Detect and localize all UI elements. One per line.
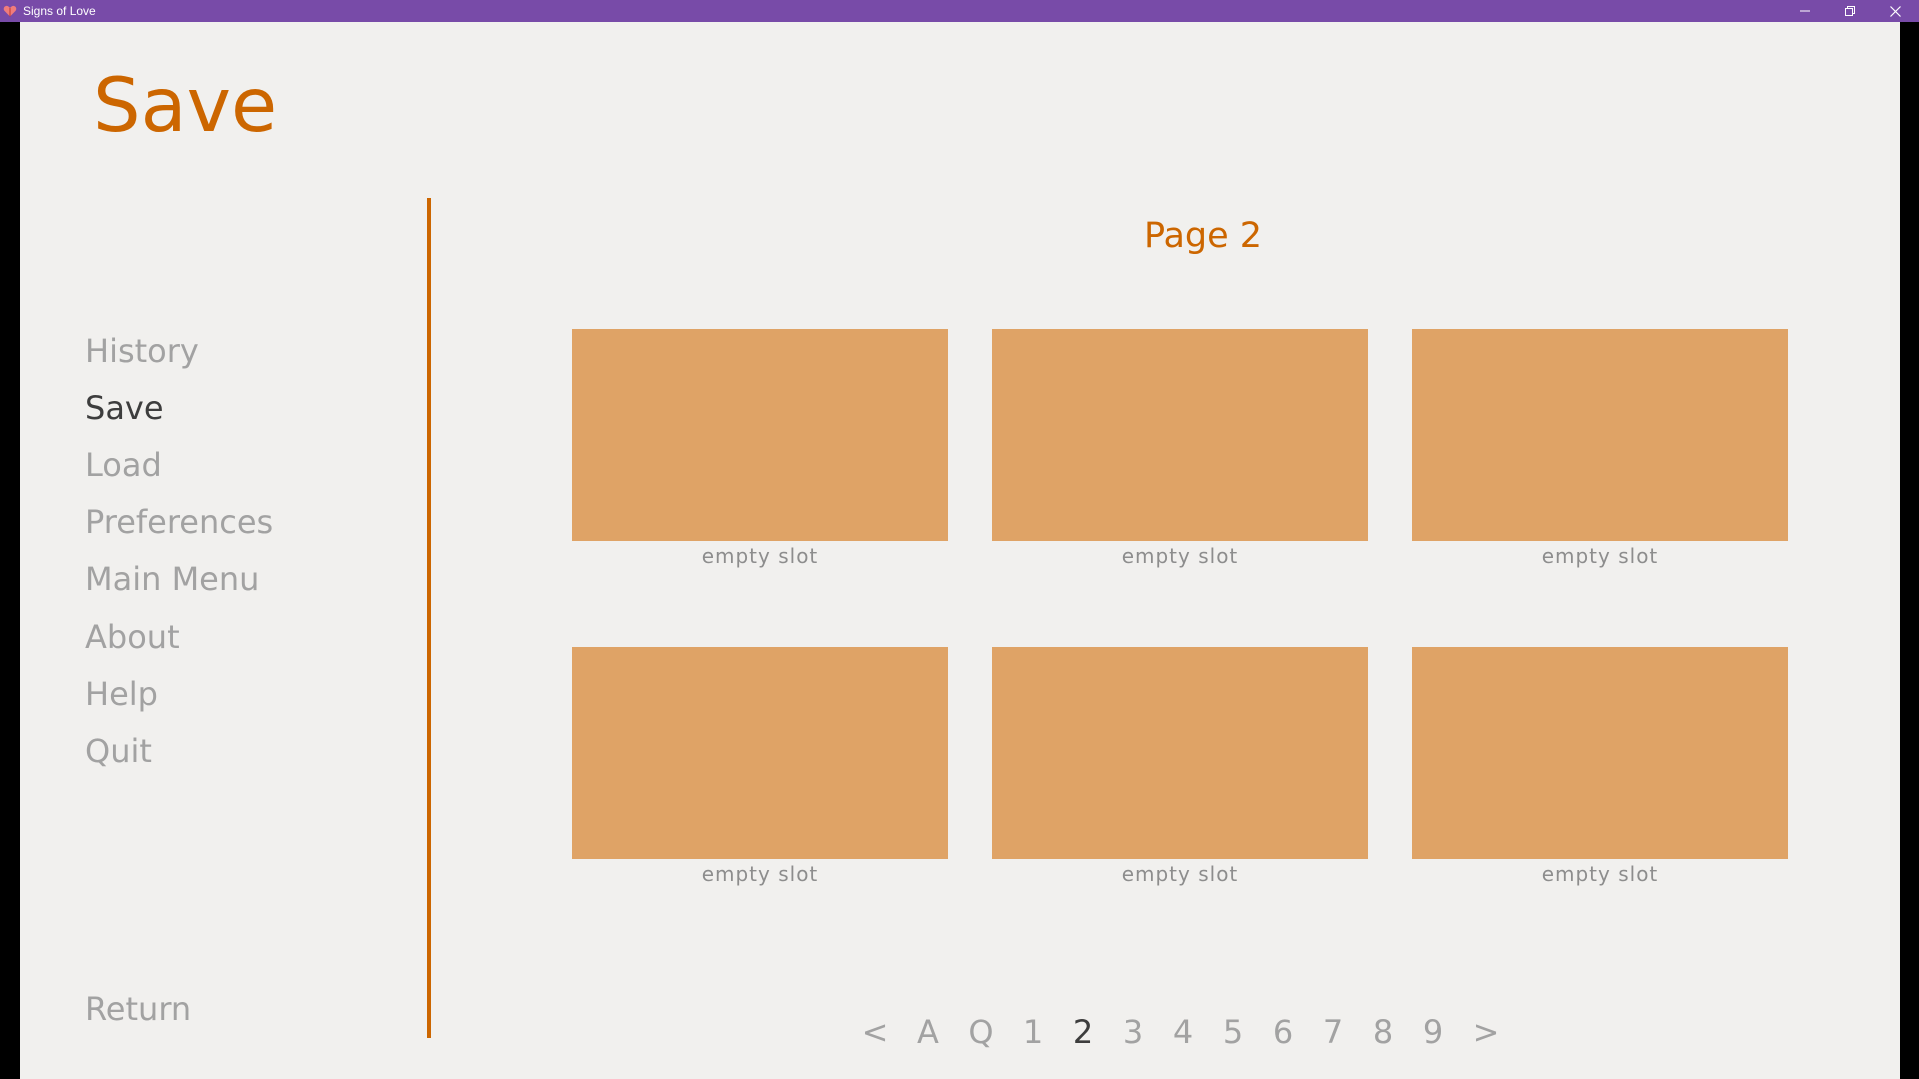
slot-thumbnail: [572, 647, 948, 859]
save-slot-2[interactable]: empty slot: [992, 329, 1368, 568]
nav-quit[interactable]: Quit: [85, 735, 152, 767]
window-titlebar[interactable]: Signs of Love: [0, 0, 1919, 22]
heart-app-icon: [3, 5, 17, 17]
menu-divider: [427, 198, 431, 1038]
page-prev-button[interactable]: <: [862, 1016, 889, 1048]
minimize-icon: [1800, 10, 1810, 12]
restore-button[interactable]: [1828, 0, 1872, 22]
slot-label: empty slot: [701, 544, 819, 568]
nav-main-menu[interactable]: Main Menu: [85, 563, 259, 595]
page-3-button[interactable]: 3: [1123, 1016, 1143, 1048]
page-7-button[interactable]: 7: [1323, 1016, 1343, 1048]
page-6-button[interactable]: 6: [1273, 1016, 1293, 1048]
slot-thumbnail: [1412, 329, 1788, 541]
save-slot-3[interactable]: empty slot: [1412, 329, 1788, 568]
nav-preferences[interactable]: Preferences: [85, 506, 273, 538]
slot-label: empty slot: [1121, 544, 1239, 568]
close-icon: [1889, 5, 1901, 17]
restore-icon: [1845, 6, 1855, 16]
save-slot-1[interactable]: empty slot: [572, 329, 948, 568]
save-slot-4[interactable]: empty slot: [572, 647, 948, 886]
slot-label: empty slot: [1541, 862, 1659, 886]
page-quick-button[interactable]: Q: [968, 1016, 993, 1048]
page-5-button[interactable]: 5: [1223, 1016, 1243, 1048]
page-8-button[interactable]: 8: [1373, 1016, 1393, 1048]
save-slot-6[interactable]: empty slot: [1412, 647, 1788, 886]
game-screen: Save History Save Load Preferences Main …: [20, 22, 1900, 1079]
close-button[interactable]: [1873, 0, 1917, 22]
page-next-button[interactable]: >: [1473, 1016, 1500, 1048]
slot-label: empty slot: [1541, 544, 1659, 568]
slot-thumbnail: [1412, 647, 1788, 859]
minimize-button[interactable]: [1783, 0, 1827, 22]
nav-about[interactable]: About: [85, 621, 180, 653]
slot-thumbnail: [992, 329, 1368, 541]
nav-history[interactable]: History: [85, 335, 199, 367]
page-title: Page 2: [1143, 216, 1263, 256]
slot-label: empty slot: [1121, 862, 1239, 886]
nav-help[interactable]: Help: [85, 678, 158, 710]
screen-title: Save: [93, 61, 278, 149]
page-auto-button[interactable]: A: [917, 1016, 939, 1048]
nav-save[interactable]: Save: [85, 392, 164, 424]
save-slot-5[interactable]: empty slot: [992, 647, 1368, 886]
page-navigation: < A Q 1 2 3 4 5 6 7 8 9 >: [20, 1016, 1900, 1056]
nav-load[interactable]: Load: [85, 449, 162, 481]
page-9-button[interactable]: 9: [1423, 1016, 1443, 1048]
slot-thumbnail: [992, 647, 1368, 859]
window-title: Signs of Love: [23, 4, 96, 18]
page-4-button[interactable]: 4: [1173, 1016, 1193, 1048]
page-2-button[interactable]: 2: [1073, 1016, 1093, 1048]
slot-label: empty slot: [701, 862, 819, 886]
slot-thumbnail: [572, 329, 948, 541]
page-1-button[interactable]: 1: [1023, 1016, 1043, 1048]
